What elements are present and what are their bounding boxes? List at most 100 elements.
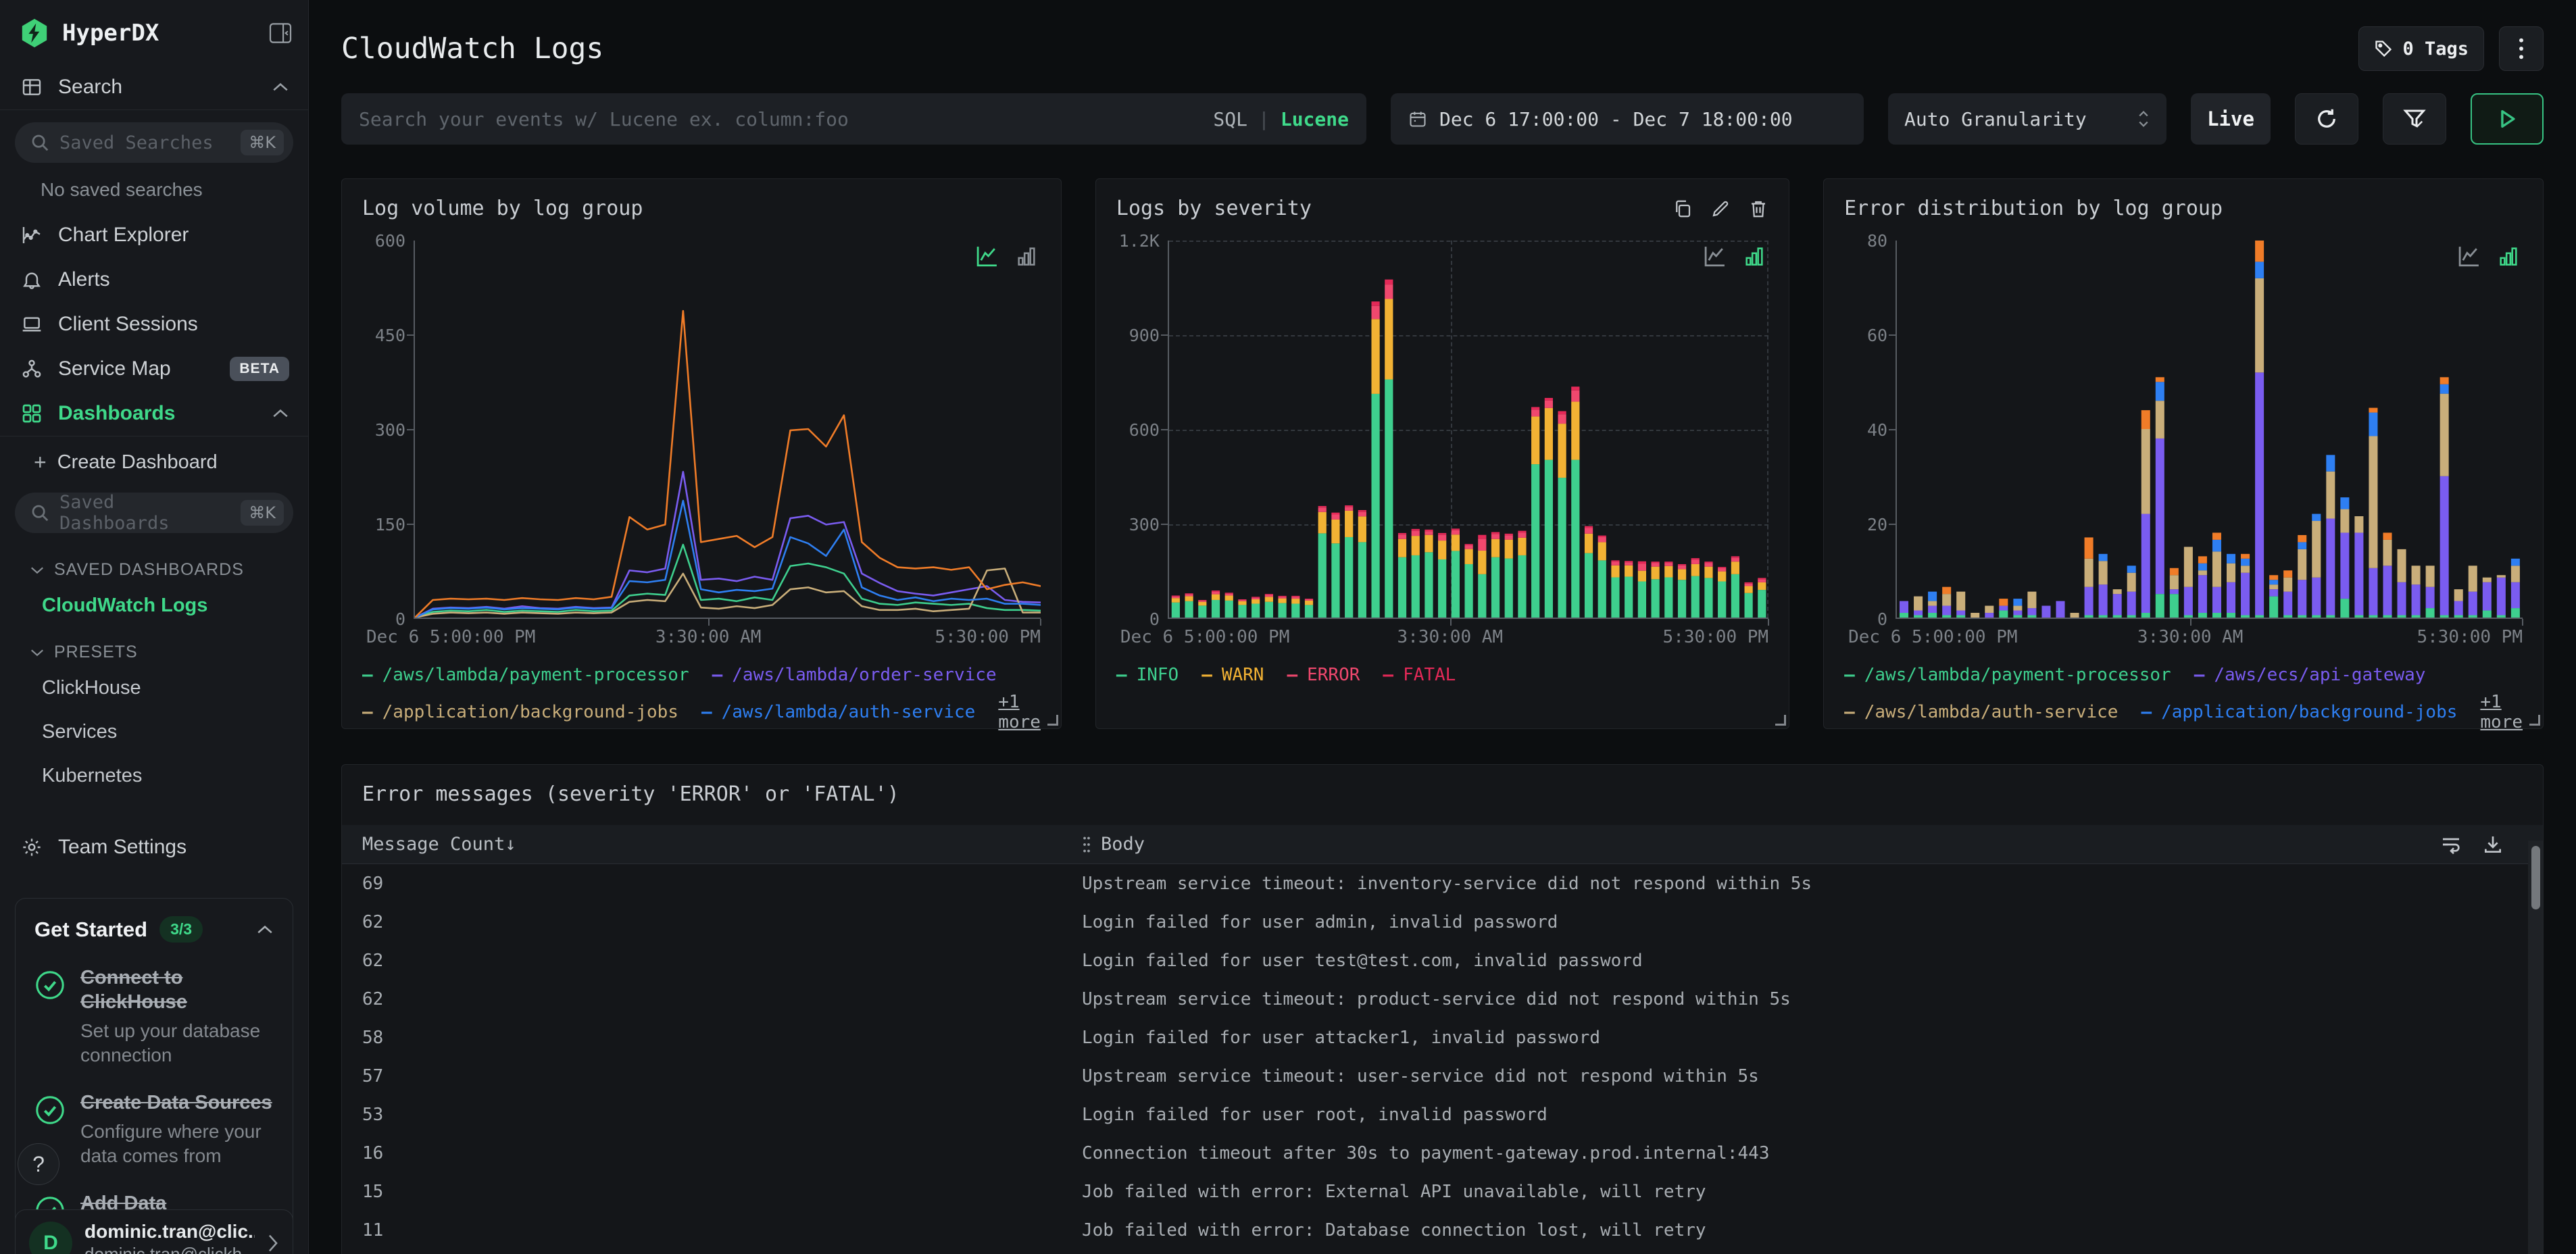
sidebar-item-services[interactable]: Services [0, 710, 308, 754]
legend-item[interactable]: — ERROR [1287, 665, 1360, 685]
table-row[interactable]: 16 Connection timeout after 30s to paymen… [342, 1134, 2543, 1172]
get-started-header[interactable]: Get Started 3/3 [34, 916, 274, 943]
sidebar-item-chart-explorer[interactable]: Chart Explorer [0, 213, 308, 257]
tags-button[interactable]: 0 Tags [2358, 26, 2484, 71]
legend-item[interactable]: — /application/background-jobs [362, 692, 678, 732]
lucene-toggle[interactable]: Lucene [1281, 108, 1349, 130]
table-row[interactable]: 15 Job failed with error: External API un… [342, 1172, 2543, 1211]
legend-item[interactable]: — /aws/lambda/auth-service [701, 692, 975, 732]
divider [0, 109, 308, 110]
legend-item[interactable]: — /aws/lambda/payment-processor [1844, 665, 2171, 685]
legend-label: /aws/lambda/auth-service [721, 702, 976, 722]
run-query-button[interactable] [2471, 93, 2544, 145]
sidebar-item-cloudwatch-logs[interactable]: CloudWatch Logs [0, 584, 308, 628]
user-profile-card[interactable]: D dominic.tran@clic... dominic.tran@clic… [15, 1209, 293, 1254]
help-button[interactable]: ? [18, 1143, 59, 1185]
more-options-button[interactable] [2499, 26, 2544, 71]
table-scrollbar[interactable] [2528, 841, 2543, 1254]
sql-toggle[interactable]: SQL [1213, 108, 1247, 130]
bar-chart-toggle-icon[interactable] [2497, 245, 2520, 268]
page-header: CloudWatch Logs 0 Tags [341, 23, 2544, 74]
refresh-button[interactable] [2295, 93, 2358, 145]
chart-plot-area[interactable] [1896, 241, 2523, 626]
date-range-picker[interactable]: Dec 6 17:00:00 - Dec 7 18:00:00 [1391, 93, 1864, 145]
line-chart-toggle-icon[interactable] [2456, 245, 2482, 268]
sidebar-item-clickhouse[interactable]: ClickHouse [0, 666, 308, 710]
duplicate-chart-icon[interactable] [1673, 199, 1693, 219]
get-started-step[interactable]: Connect to ClickHouse Set up your databas… [34, 965, 274, 1068]
event-search-input[interactable]: Search your events w/ Lucene ex. column:… [341, 93, 1366, 145]
legend-swatch: — [1116, 665, 1127, 685]
chart-plot-area[interactable] [414, 241, 1041, 626]
legend-more-link[interactable]: +1 more [2480, 692, 2523, 732]
legend-item[interactable]: — /aws/lambda/payment-processor [362, 665, 689, 685]
download-icon[interactable] [2482, 834, 2504, 855]
table-row[interactable]: 53 Login failed for user root, invalid pa… [342, 1095, 2543, 1134]
cell-message-count: 58 [362, 1027, 384, 1048]
legend-item[interactable]: — INFO [1116, 665, 1179, 685]
drag-handle-icon[interactable] [1082, 836, 1091, 853]
resize-handle[interactable] [1775, 715, 1787, 726]
chart-plot-area[interactable] [1167, 241, 1770, 626]
edit-chart-icon[interactable] [1710, 199, 1731, 219]
line-chart-toggle-icon[interactable] [1702, 245, 1728, 268]
x-axis-label: 3:30:00 AM [1397, 627, 1504, 647]
cell-body: Login failed for user root, invalid pass… [1082, 1104, 1547, 1125]
resize-handle[interactable] [1047, 715, 1058, 726]
get-started-card: Get Started 3/3 Connect to ClickHouse Set… [15, 898, 293, 1254]
column-header-message-count[interactable]: Message Count↓ [362, 834, 1082, 855]
create-dashboard-button[interactable]: + Create Dashboard [0, 436, 308, 480]
table-row[interactable]: 62 Upstream service timeout: product-serv… [342, 980, 2543, 1018]
sidebar-item-service-map[interactable]: Service Map BETA [0, 347, 308, 391]
cell-body: Upstream service timeout: inventory-serv… [1082, 873, 1812, 894]
chart-card-0: Log volume by log group 0 150 300 450 600 Dec … [341, 178, 1062, 732]
sidebar-item-alerts[interactable]: Alerts [0, 257, 308, 302]
table-row[interactable]: 57 Upstream service timeout: user-service… [342, 1057, 2543, 1095]
sidebar-item-kubernetes[interactable]: Kubernetes [0, 754, 308, 798]
column-header-body[interactable]: Body [1082, 834, 2543, 855]
table-row[interactable]: 62 Login failed for user admin, invalid p… [342, 903, 2543, 941]
legend-more-link[interactable]: +1 more [998, 692, 1041, 732]
legend-label: /aws/lambda/order-service [732, 665, 997, 685]
y-axis: 0 20 40 60 80 [1844, 231, 1896, 629]
chart-legend: — INFO — WARN — ERROR — FATAL [1116, 665, 1768, 685]
table-row[interactable]: 69 Upstream service timeout: inventory-se… [342, 864, 2543, 903]
filter-button[interactable] [2383, 93, 2446, 145]
saved-searches-input[interactable]: Saved Searches ⌘K [15, 122, 293, 163]
granularity-select[interactable]: Auto Granularity [1888, 93, 2166, 145]
table-row[interactable]: 58 Login failed for user attacker1, inval… [342, 1018, 2543, 1057]
live-button[interactable]: Live [2191, 93, 2271, 145]
x-axis-label: Dec 6 5:00:00 PM [1120, 627, 1290, 647]
y-axis-label: 40 [1866, 420, 1888, 440]
legend-label: FATAL [1403, 665, 1456, 685]
line-chart-toggle-icon[interactable] [974, 245, 1000, 268]
sidebar-item-dashboards[interactable]: Dashboards [0, 391, 308, 436]
no-saved-searches-text: No saved searches [41, 179, 203, 200]
bar-chart-toggle-icon[interactable] [1743, 245, 1766, 268]
sidebar: HyperDX Search Saved Searches ⌘K No save… [0, 0, 309, 1254]
table-row[interactable]: 11 Job failed with error: Database connec… [342, 1211, 2543, 1249]
resize-handle[interactable] [2529, 715, 2540, 726]
legend-item[interactable]: — WARN [1202, 665, 1264, 685]
table-row[interactable]: 62 Login failed for user test@test.com, i… [342, 941, 2543, 980]
presets-section[interactable]: PRESETS [0, 628, 308, 666]
scrollbar-thumb[interactable] [2531, 846, 2540, 909]
saved-dashboards-section[interactable]: SAVED DASHBOARDS [0, 545, 308, 584]
sidebar-item-search[interactable]: Search [0, 65, 308, 109]
legend-item[interactable]: — /aws/ecs/api-gateway [2194, 665, 2426, 685]
bar-chart-toggle-icon[interactable] [1015, 245, 1038, 268]
y-axis-label: 60 [1866, 326, 1888, 345]
get-started-step[interactable]: Create Data Sources Configure where your … [34, 1090, 274, 1168]
x-axis-label: Dec 6 5:00:00 PM [366, 627, 536, 647]
legend-item[interactable]: — /application/background-jobs [2141, 692, 2457, 732]
sidebar-item-team-settings[interactable]: Team Settings [0, 825, 308, 870]
saved-dashboards-input[interactable]: Saved Dashboards ⌘K [15, 492, 293, 534]
delete-chart-icon[interactable] [1748, 199, 1768, 219]
legend-item[interactable]: — /aws/lambda/order-service [712, 665, 997, 685]
sidebar-item-client-sessions[interactable]: Client Sessions [0, 302, 308, 347]
sidebar-collapse-icon[interactable] [269, 23, 292, 43]
legend-item[interactable]: — FATAL [1383, 665, 1456, 685]
wrap-text-icon[interactable] [2440, 834, 2462, 855]
cell-message-count: 57 [362, 1065, 384, 1086]
legend-item[interactable]: — /aws/lambda/auth-service [1844, 692, 2118, 732]
